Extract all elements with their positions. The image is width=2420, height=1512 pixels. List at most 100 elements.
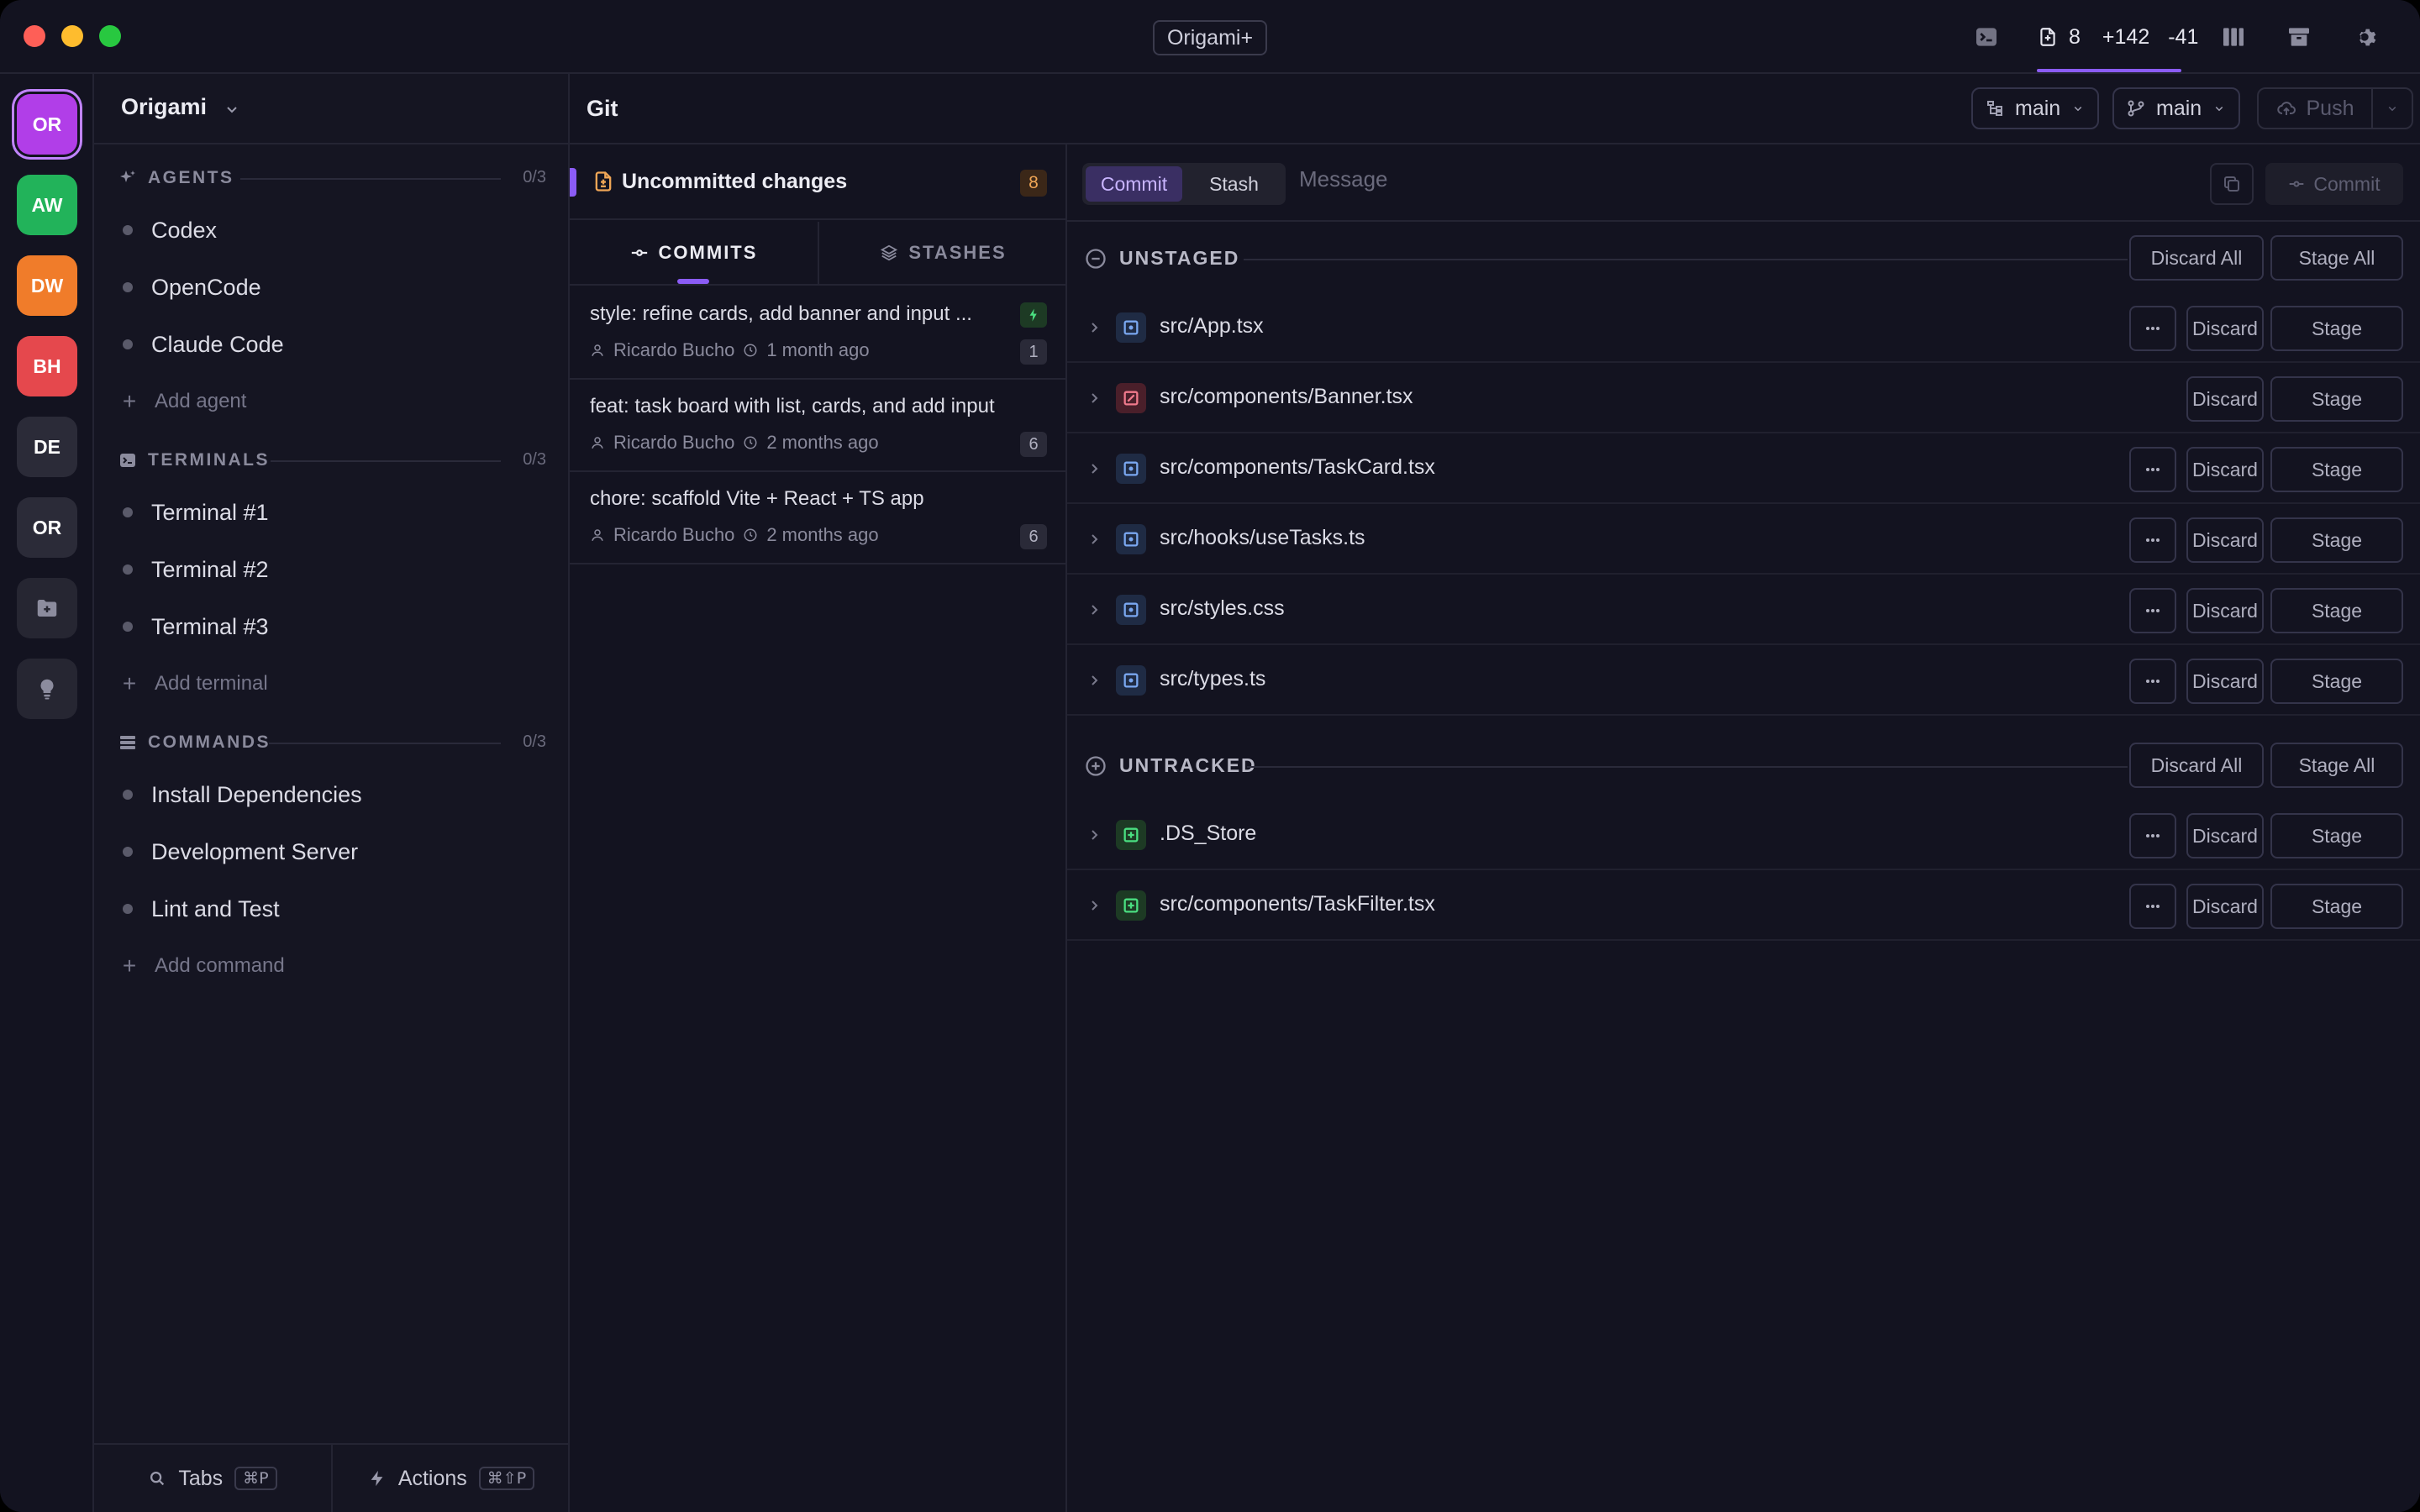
chevron-right-icon[interactable] (1084, 318, 1104, 338)
discard-button[interactable]: Discard (2186, 517, 2264, 563)
more-options-button[interactable] (2129, 517, 2176, 563)
tabs-button[interactable]: Tabs ⌘P (94, 1445, 331, 1512)
chevron-right-icon[interactable] (1084, 459, 1104, 479)
window-title[interactable]: Origami+ (1153, 20, 1267, 55)
file-row[interactable]: src/components/TaskFilter.tsx Discard Stag… (1067, 870, 2420, 941)
base-branch-select[interactable]: main (1971, 87, 2100, 129)
archive-icon[interactable] (2286, 24, 2312, 50)
clock-icon (744, 528, 757, 542)
discard-button[interactable]: Discard (2186, 306, 2264, 351)
chevron-right-icon[interactable] (1084, 529, 1104, 549)
command-item-lint-test[interactable]: Lint and Test (123, 887, 543, 931)
project-avatar-bh[interactable]: BH (17, 336, 77, 396)
commit-row[interactable]: feat: task board with list, cards, and a… (570, 380, 1067, 472)
columns-icon[interactable] (2220, 24, 2247, 50)
chevron-right-icon[interactable] (1084, 388, 1104, 408)
zoom-window-button[interactable] (99, 25, 121, 47)
agent-item-opencode[interactable]: OpenCode (123, 265, 543, 309)
more-options-button[interactable] (2129, 588, 2176, 633)
more-options-button[interactable] (2129, 659, 2176, 704)
untracked-discard-all-button[interactable]: Discard All (2129, 743, 2264, 788)
more-options-button[interactable] (2129, 884, 2176, 929)
agent-item-codex[interactable]: Codex (123, 208, 543, 252)
unstaged-discard-all-button[interactable]: Discard All (2129, 235, 2264, 281)
commit-row[interactable]: chore: scaffold Vite + React + TS app Ri… (570, 472, 1067, 564)
commit-message-input[interactable]: Message (1299, 166, 1388, 192)
file-row[interactable]: .DS_Store Discard Stage (1067, 800, 2420, 870)
add-command-button[interactable]: + Add command (121, 946, 541, 986)
ideas-button[interactable] (17, 659, 77, 719)
tab-stashes[interactable]: STASHES (818, 222, 1067, 284)
chevron-right-icon[interactable] (1084, 600, 1104, 620)
plus-circle-icon[interactable] (1084, 754, 1107, 778)
terminal-item-3[interactable]: Terminal #3 (123, 605, 543, 648)
push-button[interactable]: Push (2259, 89, 2373, 128)
project-avatar-dw[interactable]: DW (17, 255, 77, 316)
more-options-button[interactable] (2129, 447, 2176, 492)
gear-icon[interactable] (2351, 24, 2378, 50)
file-row[interactable]: src/components/TaskCard.tsx Discard Stage (1067, 433, 2420, 504)
uncommitted-changes-item[interactable]: Uncommitted changes 8 (570, 144, 1067, 220)
untracked-stage-all-button[interactable]: Stage All (2270, 743, 2403, 788)
terminal-item-1[interactable]: Terminal #1 (123, 491, 543, 534)
unstaged-stage-all-button[interactable]: Stage All (2270, 235, 2403, 281)
stage-button[interactable]: Stage (2270, 588, 2403, 633)
discard-button[interactable]: Discard (2186, 376, 2264, 422)
project-avatar-aw[interactable]: AW (17, 175, 77, 235)
file-path: src/components/TaskFilter.tsx (1160, 892, 1435, 916)
commit-mode-button[interactable]: Commit (1086, 166, 1182, 202)
terminal-icon[interactable] (1973, 24, 2000, 50)
discard-button[interactable]: Discard (2186, 813, 2264, 858)
commit-row[interactable]: style: refine cards, add banner and inpu… (570, 287, 1067, 380)
discard-button[interactable]: Discard (2186, 884, 2264, 929)
tab-commits[interactable]: COMMITS (570, 222, 818, 284)
cloud-upload-icon (2276, 102, 2296, 115)
chevron-down-icon (2388, 106, 2396, 112)
add-terminal-button[interactable]: + Add terminal (121, 664, 541, 704)
chevron-right-icon[interactable] (1084, 895, 1104, 916)
more-options-button[interactable] (2129, 813, 2176, 858)
stage-button[interactable]: Stage (2270, 884, 2403, 929)
command-item-dev-server[interactable]: Development Server (123, 830, 543, 874)
add-agent-button[interactable]: + Add agent (121, 381, 541, 422)
file-path: src/hooks/useTasks.ts (1160, 526, 1365, 549)
git-changes-summary[interactable]: 8 +142 -41 (2037, 22, 2198, 52)
stage-button[interactable]: Stage (2270, 659, 2403, 704)
add-project-button[interactable] (17, 578, 77, 638)
file-row[interactable]: src/hooks/useTasks.ts Discard Stage (1067, 504, 2420, 575)
project-switcher[interactable]: Origami (94, 74, 570, 144)
push-button-group[interactable]: Push (2257, 87, 2413, 129)
file-row[interactable]: src/types.ts Discard Stage (1067, 645, 2420, 716)
command-item-install[interactable]: Install Dependencies (123, 773, 543, 816)
close-window-button[interactable] (24, 25, 45, 47)
more-options-button[interactable] (2129, 306, 2176, 351)
actions-button[interactable]: Actions ⌘⇧P (331, 1445, 570, 1512)
minimize-window-button[interactable] (61, 25, 83, 47)
stage-button[interactable]: Stage (2270, 376, 2403, 422)
file-row[interactable]: src/components/Banner.tsx Discard Stage (1067, 363, 2420, 433)
project-avatar-or-2[interactable]: OR (17, 497, 77, 558)
lightbulb-icon (40, 679, 54, 700)
file-row[interactable]: src/App.tsx Discard Stage (1067, 292, 2420, 363)
project-avatar-de[interactable]: DE (17, 417, 77, 477)
chevron-right-icon[interactable] (1084, 670, 1104, 690)
file-row[interactable]: src/styles.css Discard Stage (1067, 575, 2420, 645)
stage-button[interactable]: Stage (2270, 306, 2403, 351)
copy-button[interactable] (2210, 163, 2254, 205)
file-modified-icon (1116, 454, 1146, 484)
push-options-button[interactable] (2373, 101, 2412, 116)
current-branch-select[interactable]: main (2112, 87, 2241, 129)
agent-item-claude-code[interactable]: Claude Code (123, 323, 543, 366)
minus-circle-icon[interactable] (1084, 247, 1107, 270)
discard-button[interactable]: Discard (2186, 447, 2264, 492)
stage-button[interactable]: Stage (2270, 517, 2403, 563)
stage-button[interactable]: Stage (2270, 813, 2403, 858)
commit-button[interactable]: Commit (2265, 163, 2403, 205)
discard-button[interactable]: Discard (2186, 588, 2264, 633)
stash-mode-button[interactable]: Stash (1186, 166, 1282, 202)
stage-button[interactable]: Stage (2270, 447, 2403, 492)
terminal-item-2[interactable]: Terminal #2 (123, 548, 543, 591)
project-avatar-or[interactable]: OR (17, 94, 77, 155)
chevron-right-icon[interactable] (1084, 825, 1104, 845)
discard-button[interactable]: Discard (2186, 659, 2264, 704)
